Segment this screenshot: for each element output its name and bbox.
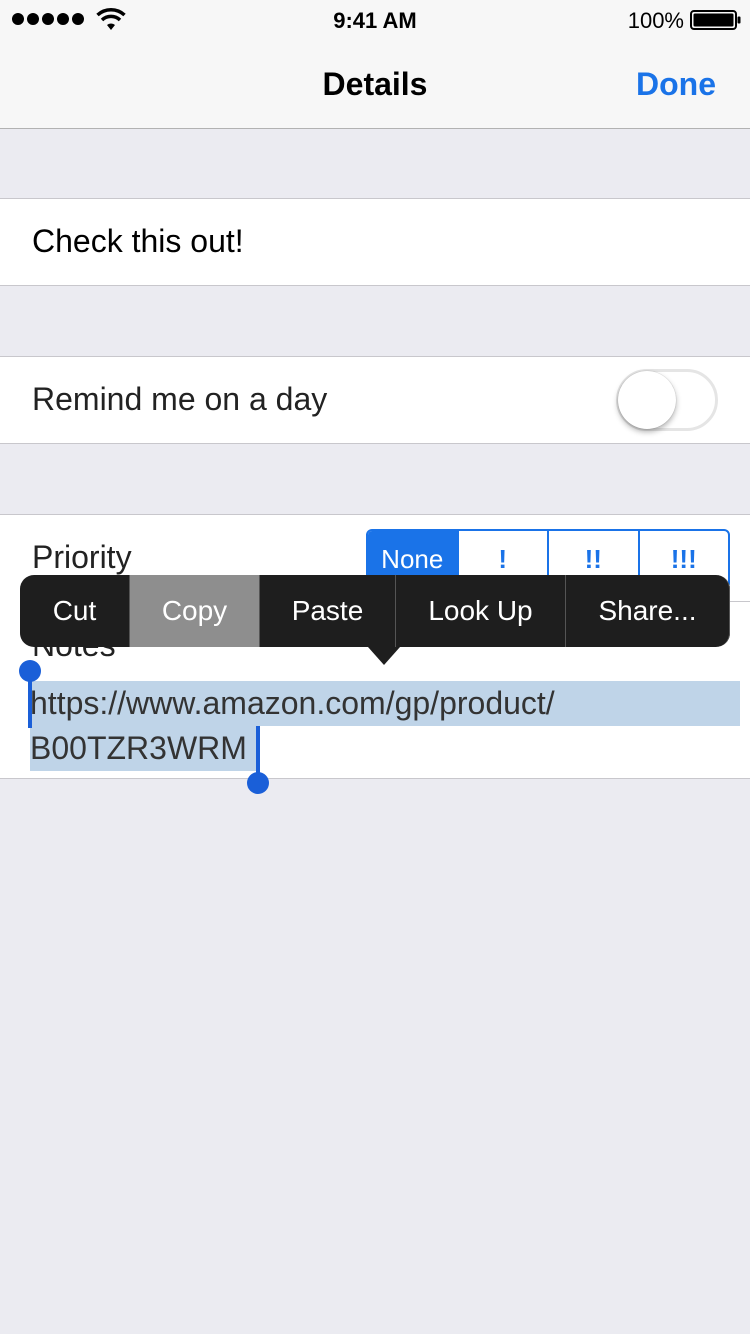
menu-look-up[interactable]: Look Up — [396, 575, 566, 647]
menu-paste[interactable]: Paste — [260, 575, 396, 647]
menu-pointer-arrow — [368, 647, 400, 665]
edit-menu: Cut Copy Paste Look Up Share... — [20, 575, 730, 665]
battery-full-icon — [690, 10, 741, 30]
menu-share[interactable]: Share... — [566, 575, 730, 647]
toggle-knob — [618, 371, 676, 429]
status-bar: 9:41 AM 100% — [0, 0, 750, 40]
menu-cut[interactable]: Cut — [20, 575, 130, 647]
menu-copy[interactable]: Copy — [130, 575, 260, 647]
selection-end-handle[interactable] — [256, 726, 260, 776]
navigation-bar: Details Done — [0, 40, 750, 129]
done-button[interactable]: Done — [636, 66, 716, 103]
battery-percent: 100% — [627, 8, 684, 33]
notes-field[interactable]: https://www.amazon.com/gp/product/ B00TZ… — [30, 681, 740, 771]
priority-label: Priority — [32, 539, 132, 575]
notes-line-1: https://www.amazon.com/gp/product/ — [30, 681, 740, 726]
remind-me-label: Remind me on a day — [32, 381, 328, 417]
reminder-title-field[interactable]: Check this out! — [32, 223, 244, 260]
reminder-title-cell[interactable]: Check this out! — [0, 198, 750, 286]
selection-end-knob[interactable] — [247, 772, 269, 794]
notes-line-2: B00TZR3WRM — [30, 726, 257, 771]
remind-me-toggle[interactable] — [616, 369, 718, 431]
selection-start-knob[interactable] — [19, 660, 41, 682]
remind-me-cell: Remind me on a day — [0, 356, 750, 444]
